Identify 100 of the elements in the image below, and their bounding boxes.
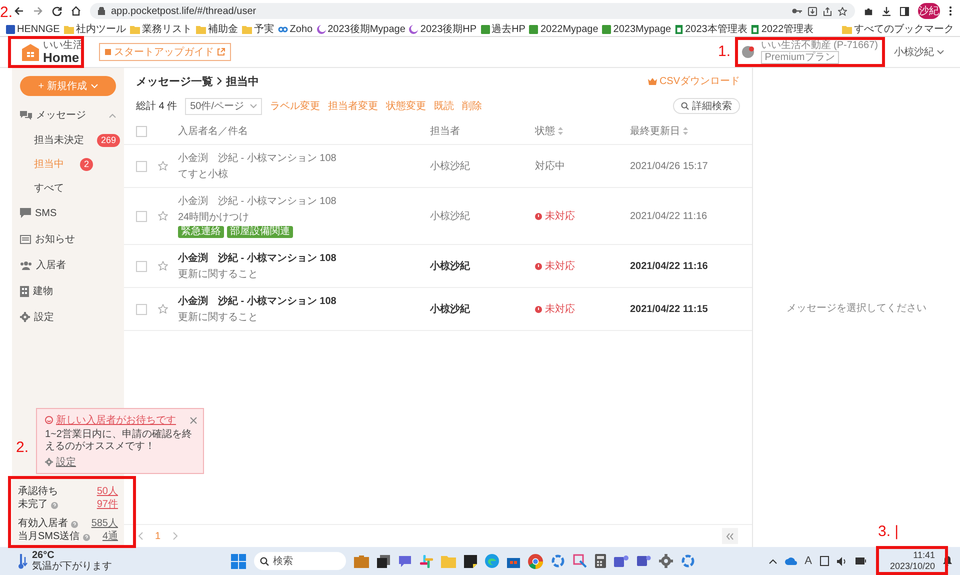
bell-icon[interactable] bbox=[943, 556, 952, 566]
star-icon[interactable] bbox=[158, 161, 168, 171]
bookmark-item[interactable]: 2023Mypage bbox=[602, 24, 672, 34]
chevron-icon[interactable] bbox=[109, 112, 116, 118]
taskbar-search-field[interactable]: 検索 bbox=[254, 552, 346, 570]
logo-text[interactable]: Home bbox=[43, 50, 83, 64]
reload-icon[interactable] bbox=[52, 6, 62, 16]
home-icon[interactable] bbox=[71, 6, 81, 16]
start-icon[interactable] bbox=[231, 554, 246, 568]
clock-date[interactable]: 2023/10/20 bbox=[890, 561, 935, 572]
cloud-icon[interactable] bbox=[784, 557, 797, 565]
house-icon bbox=[22, 44, 39, 60]
bookmark-item[interactable]: 2023本管理表 bbox=[675, 22, 748, 36]
building-icon bbox=[20, 286, 29, 296]
collapse-button[interactable] bbox=[722, 528, 738, 544]
edge-icon[interactable] bbox=[485, 554, 499, 568]
bookmark-item[interactable]: HENNGE bbox=[6, 24, 60, 34]
sheet-icon bbox=[675, 24, 684, 34]
profile-avatar[interactable]: 沙紀 bbox=[918, 3, 940, 19]
row-checkbox[interactable] bbox=[136, 304, 147, 314]
bookmark-item[interactable]: 過去HP bbox=[480, 22, 526, 36]
plan-tag: Premiumプラン bbox=[760, 51, 839, 64]
message-row[interactable]: 小金渕 沙紀 - 小椋マンション 108 24時間かけつけ 緊急連絡 部屋設備関連 小椋沙紀 未対応 2021/04/22 11:16 bbox=[124, 188, 752, 245]
taskview-icon[interactable] bbox=[377, 554, 390, 568]
calculator-icon[interactable] bbox=[595, 554, 606, 568]
count-badge: 2 bbox=[80, 158, 94, 170]
page-size-select[interactable]: 50件/ページ bbox=[185, 98, 262, 114]
message-subject: てすと小椋 bbox=[178, 168, 229, 181]
sidebar-icon[interactable] bbox=[900, 6, 909, 16]
bookmark-item[interactable]: 2023後期HP bbox=[409, 22, 477, 36]
teams-icon[interactable] bbox=[614, 554, 629, 568]
sidebar-subitem[interactable]: 担当未決定 269 bbox=[12, 128, 124, 152]
sidebar-item[interactable]: SMS bbox=[12, 200, 124, 226]
row-checkbox[interactable] bbox=[136, 260, 147, 272]
share-icon[interactable] bbox=[823, 6, 832, 16]
extension-icon[interactable] bbox=[864, 6, 873, 16]
star-icon[interactable] bbox=[158, 304, 168, 314]
sidebar-item[interactable]: 設定 bbox=[12, 304, 124, 330]
message-row[interactable]: 小金渕 沙紀 - 小椋マンション 108 更新に関すること 小椋沙紀 未対応 2021/04/22 11:15 bbox=[124, 288, 752, 331]
message-row[interactable]: 小金渕 沙紀 - 小椋マンション 108 てすと小椋 小椋沙紀 対応中 2021/04/26 15:17 bbox=[124, 145, 752, 188]
stat-label: 当月SMS送信 bbox=[18, 531, 80, 543]
stat-value-link[interactable]: 585人 bbox=[91, 518, 118, 530]
chrome-icon[interactable] bbox=[528, 554, 543, 568]
battery-icon[interactable] bbox=[854, 557, 866, 565]
sidebar-item[interactable]: お知らせ bbox=[12, 226, 124, 252]
sidebar-item[interactable]: メッセージ bbox=[12, 102, 124, 128]
slack-icon[interactable] bbox=[420, 554, 433, 568]
more-icon[interactable] bbox=[949, 6, 952, 16]
back-icon[interactable] bbox=[14, 6, 24, 16]
ring-app-icon[interactable] bbox=[551, 554, 565, 568]
empty-state-text: メッセージを選択してください bbox=[786, 302, 926, 314]
assignee-cell-text: 小椋沙紀 bbox=[430, 302, 471, 316]
sidebar-item[interactable]: 建物 bbox=[12, 278, 124, 304]
breadcrumb-link[interactable]: メッセージ一覧 bbox=[136, 74, 213, 88]
row-checkbox[interactable] bbox=[136, 160, 147, 172]
chevron-up-icon[interactable] bbox=[768, 558, 777, 564]
briefcase-icon[interactable] bbox=[354, 554, 369, 568]
weather-text: 気温が下がります bbox=[32, 561, 112, 572]
gear-icon bbox=[20, 312, 30, 322]
bookmark-item[interactable]: 業務リスト bbox=[130, 22, 192, 36]
bookmark-item[interactable]: すべてのブックマーク bbox=[842, 22, 954, 36]
bookmark-item[interactable]: 2023後期Mypage bbox=[316, 22, 406, 36]
settings-icon[interactable] bbox=[659, 554, 673, 568]
column-header[interactable]: 最終更新日 bbox=[630, 124, 680, 138]
input-method-indicator[interactable]: A bbox=[804, 555, 812, 567]
advanced-search-button[interactable]: 詳細検索 bbox=[673, 98, 740, 114]
sidebar-subitem[interactable]: すべて bbox=[12, 176, 124, 200]
row-checkbox[interactable] bbox=[136, 210, 147, 222]
message-row[interactable]: 小金渕 沙紀 - 小椋マンション 108 更新に関すること 小椋沙紀 未対応 2021/04/22 11:16 bbox=[124, 245, 752, 288]
teams-icon[interactable] bbox=[637, 554, 651, 568]
speaker-icon[interactable] bbox=[836, 556, 847, 566]
sticky-note-icon[interactable] bbox=[464, 554, 477, 568]
bookmark-item[interactable]: 2022Mypage bbox=[529, 24, 598, 34]
forward-icon[interactable] bbox=[33, 6, 43, 16]
close-icon[interactable] bbox=[190, 416, 197, 424]
ring-app-icon[interactable] bbox=[681, 554, 695, 568]
chat-app-icon[interactable] bbox=[398, 554, 412, 568]
bookmark-item[interactable]: 2022管理表 bbox=[751, 22, 814, 36]
clock-time[interactable]: 11:41 bbox=[913, 550, 935, 561]
count-badge: 269 bbox=[96, 134, 120, 146]
sidebar-item[interactable]: 入居者 bbox=[12, 252, 124, 278]
bookmark-item[interactable]: 補助金 bbox=[196, 22, 238, 36]
bookmark-item[interactable]: 社内ツール bbox=[64, 22, 126, 36]
bookmark-item[interactable]: 予実 bbox=[242, 22, 274, 36]
stat-value-link[interactable]: 4通 bbox=[102, 531, 118, 543]
star-icon[interactable] bbox=[158, 261, 168, 271]
snipping-icon[interactable] bbox=[573, 554, 587, 568]
bookmark-item[interactable]: Zoho bbox=[278, 24, 313, 34]
select-all-checkbox[interactable] bbox=[136, 126, 147, 136]
tablet-icon[interactable] bbox=[820, 556, 829, 566]
company-name: いい生活不動産 (P-71667) bbox=[760, 40, 878, 52]
star-icon[interactable] bbox=[838, 6, 847, 16]
key-icon[interactable] bbox=[792, 7, 802, 15]
download-icon[interactable] bbox=[882, 6, 891, 16]
install-icon[interactable] bbox=[808, 6, 817, 16]
star-icon[interactable] bbox=[158, 211, 168, 221]
column-header[interactable]: 状態 bbox=[535, 124, 555, 138]
address-field[interactable]: app.pocketpost.life/#/thread/user bbox=[90, 3, 855, 19]
settings-link[interactable]: 設定 bbox=[56, 455, 76, 469]
user-menu[interactable]: 小椋沙紀 bbox=[888, 44, 950, 60]
